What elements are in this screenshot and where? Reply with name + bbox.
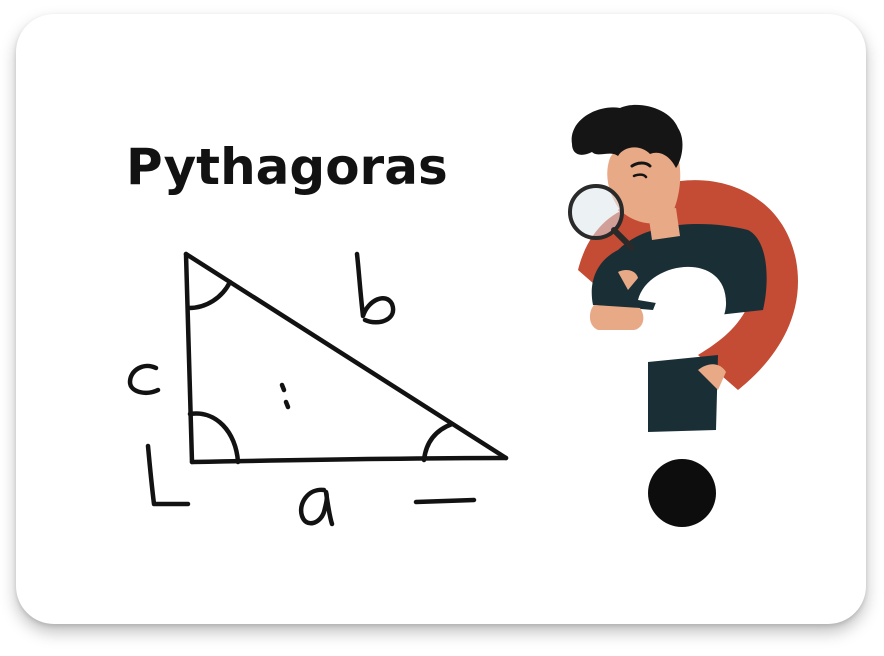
angle-arc-base <box>421 421 455 463</box>
figure-hand <box>589 305 644 330</box>
label-b <box>354 251 396 325</box>
dot-mark-2 <box>283 399 291 410</box>
angle-arc-top <box>186 279 233 311</box>
triangle-side-vertical <box>183 251 195 465</box>
detective-figure <box>558 100 808 530</box>
angle-arc-right <box>187 411 241 465</box>
triangle-diagram <box>116 242 516 542</box>
page: Pythagoras <box>0 0 884 656</box>
page-title: Pythagoras <box>126 138 448 196</box>
label-c <box>127 363 161 395</box>
dot-mark-1 <box>279 382 287 393</box>
dash-mark <box>413 497 477 505</box>
triangle-side-hypotenuse <box>183 251 509 461</box>
label-a <box>298 487 335 527</box>
thumbnail-card[interactable]: Pythagoras <box>16 14 866 624</box>
question-mark-dot <box>648 459 716 527</box>
label-l-mark <box>145 443 191 507</box>
